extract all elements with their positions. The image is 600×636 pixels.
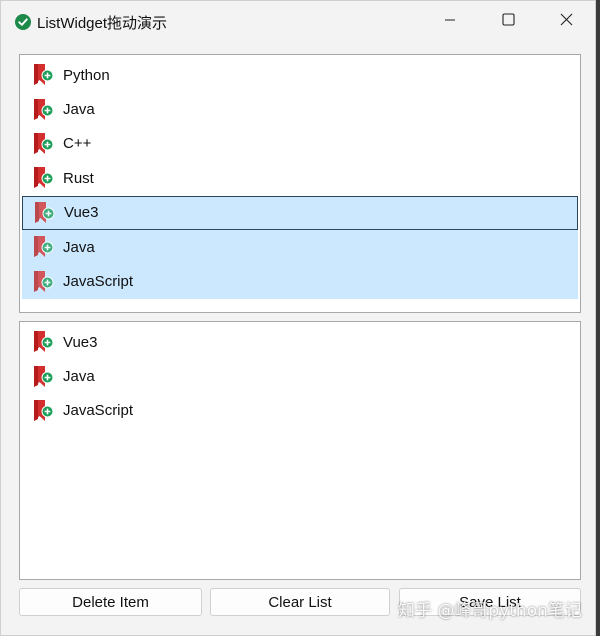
list-item[interactable]: Java bbox=[22, 92, 578, 126]
list-item-label: Python bbox=[63, 66, 110, 84]
list-item[interactable]: C++ bbox=[22, 127, 578, 161]
bookmark-add-icon bbox=[32, 365, 54, 389]
list-item[interactable]: Java bbox=[22, 229, 578, 265]
target-list[interactable]: Vue3 Java JavaScript bbox=[19, 321, 581, 580]
window-controls bbox=[421, 1, 595, 43]
bookmark-add-icon bbox=[32, 330, 54, 354]
list-item-label: Java bbox=[63, 368, 95, 386]
bookmark-add-icon bbox=[32, 270, 54, 294]
list-item[interactable]: Vue3 bbox=[22, 195, 578, 230]
close-icon bbox=[560, 13, 573, 31]
bookmark-add-icon bbox=[32, 63, 54, 87]
list-item-label: Rust bbox=[63, 169, 94, 187]
list-item-label: Java bbox=[63, 101, 95, 119]
minimize-button[interactable] bbox=[421, 1, 479, 43]
maximize-button[interactable] bbox=[479, 1, 537, 43]
bookmark-add-icon bbox=[33, 201, 55, 225]
list-item[interactable]: JavaScript bbox=[22, 394, 578, 428]
list-item[interactable]: Vue3 bbox=[22, 325, 578, 359]
list-item-label: Java bbox=[63, 238, 95, 256]
bookmark-add-icon bbox=[32, 399, 54, 423]
delete-item-button[interactable]: Delete Item bbox=[19, 588, 202, 616]
bookmark-add-icon bbox=[32, 98, 54, 122]
list-item-label: Vue3 bbox=[63, 333, 98, 351]
close-button[interactable] bbox=[537, 1, 595, 43]
watermark: 知乎 @峰哥python笔记 bbox=[398, 601, 582, 621]
title-bar[interactable]: ListWidget拖动演示 bbox=[1, 1, 595, 43]
window-title: ListWidget拖动演示 bbox=[37, 14, 168, 32]
minimize-icon bbox=[444, 13, 456, 31]
bookmark-add-icon bbox=[32, 235, 54, 259]
list-item-label: JavaScript bbox=[63, 273, 134, 291]
list-item-label: C++ bbox=[63, 135, 92, 153]
app-window: ListWidget拖动演示 Python Java C++ Rust Vue3 Java… bbox=[0, 0, 596, 636]
list-item-label: Vue3 bbox=[64, 204, 99, 222]
source-list[interactable]: Python Java C++ Rust Vue3 Java JavaScript bbox=[19, 54, 581, 313]
bookmark-add-icon bbox=[32, 166, 54, 190]
clear-list-button[interactable]: Clear List bbox=[210, 588, 390, 616]
maximize-icon bbox=[501, 13, 515, 31]
list-item-label: JavaScript bbox=[63, 402, 134, 420]
list-item[interactable]: Python bbox=[22, 58, 578, 92]
list-item[interactable]: JavaScript bbox=[22, 264, 578, 299]
list-item[interactable]: Rust bbox=[22, 161, 578, 195]
check-circle-icon bbox=[15, 14, 31, 30]
bookmark-add-icon bbox=[32, 132, 54, 156]
list-item[interactable]: Java bbox=[22, 359, 578, 393]
